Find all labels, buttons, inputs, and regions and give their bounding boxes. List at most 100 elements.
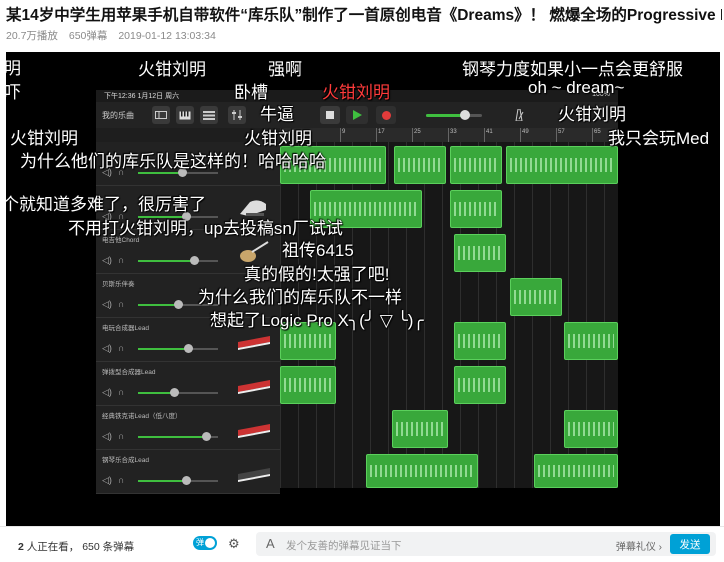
keyboard-icon[interactable] [176,106,194,124]
track-volume-fill [138,348,188,350]
track-volume-fill [138,260,194,262]
region-notes [458,377,502,393]
region-notes [284,377,332,393]
mixer-icon[interactable] [228,106,246,124]
danmaku-comment: 火钳刘明 [138,60,206,79]
region-notes [370,464,474,478]
danmaku-toggle[interactable]: 弹 [193,536,217,550]
ruler-mark: 41 [484,128,493,142]
my-songs-button[interactable]: 我的乐曲 [102,106,134,124]
midi-region[interactable] [454,234,506,272]
play-button[interactable] [346,106,368,124]
speaker-icon[interactable]: ◁) [102,475,112,486]
midi-region[interactable] [454,322,506,360]
track-volume-knob[interactable] [183,344,193,353]
region-notes [458,245,502,261]
ruler-mark: 65 [592,128,601,142]
ruler-mark: 17 [376,128,385,142]
track-header[interactable]: 钢琴乐合成Lead ◁) ∩ [96,450,280,494]
track-volume-knob[interactable] [182,476,191,485]
font-style-icon[interactable]: A [266,536,275,551]
danmaku-comment: 为什么我们的库乐队不一样 [198,288,402,307]
speaker-icon[interactable]: ◁) [102,299,112,310]
danmaku-bar: 2 人正在看， 650 条弹幕 弹 ⚙ A 发个友善的弹幕见证当下 弹幕礼仪 ›… [0,526,724,562]
send-button[interactable]: 发送 [670,534,710,554]
midi-region[interactable] [366,454,478,488]
speaker-icon[interactable]: ◁) [102,431,112,442]
danmaku-settings-icon[interactable]: ⚙ [228,536,246,552]
midi-region[interactable] [394,146,446,184]
speaker-icon[interactable]: ◁) [102,255,112,266]
track-name: 经典铁克诺Lead（低八度） [102,413,182,420]
track-name: 钢琴乐合成Lead [102,457,149,464]
speaker-icon[interactable]: ◁) [102,343,112,354]
master-volume-slider[interactable] [426,110,482,120]
midi-region[interactable] [450,190,502,228]
stop-button[interactable] [320,106,340,124]
synth-keyboard-icon [238,468,270,482]
region-notes [454,157,498,173]
video-title: 某14岁中学生用苹果手机自带软件“库乐队”制作了一首原创电音《Dreams》！ … [6,7,722,24]
ruler-mark: 25 [412,128,421,142]
headphones-icon[interactable]: ∩ [118,475,124,485]
timeline-ruler[interactable]: 9 17 25 33 41 49 57 65 [280,128,618,143]
headphones-icon[interactable]: ∩ [118,299,124,309]
midi-region[interactable] [506,146,618,184]
headphones-icon[interactable]: ∩ [118,255,124,265]
region-notes [510,157,614,173]
region-notes [514,289,558,305]
headphones-icon[interactable]: ∩ [118,431,124,441]
region-notes [568,333,614,349]
danmaku-input-placeholder: 发个友善的弹幕见证当下 [286,540,402,552]
danmaku-comment: 想起了Logic Pro X╮(╯ ▽ ╰)╭ [210,311,424,330]
danmaku-comment: 火钳刘明 [244,129,312,148]
track-volume-slider[interactable] [138,476,218,485]
danmaku-comment: 火钳刘明 [322,83,390,102]
track-volume-knob[interactable] [190,256,199,265]
midi-region[interactable] [392,410,448,448]
midi-region[interactable] [450,146,502,184]
track-volume-fill [138,436,206,438]
track-name: 电玩合成器Lead [102,325,149,332]
speaker-icon[interactable]: ◁) [102,387,112,398]
master-volume-knob[interactable] [460,110,470,120]
track-volume-slider[interactable] [138,388,218,397]
midi-region[interactable] [280,366,336,404]
region-notes [458,333,502,349]
danmaku-etiquette-link[interactable]: 弹幕礼仪 › [616,538,662,553]
midi-region[interactable] [564,410,618,448]
ruler-mark: 49 [520,128,529,142]
metronome-icon[interactable] [510,106,528,124]
ruler-mark: 9 [340,128,345,142]
danmaku-comment: 祖传6415 [282,241,354,260]
record-button[interactable] [376,106,396,124]
track-header[interactable]: 弹拨型合成器Lead ◁) ∩ [96,362,280,406]
track-header[interactable]: 经典铁克诺Lead（低八度） ◁) ∩ [96,406,280,450]
headphones-icon[interactable]: ∩ [118,387,124,397]
midi-region[interactable] [564,322,618,360]
viewer-count: 2 [18,541,24,553]
view-count: 20.7万播放 [6,30,58,42]
danmaku-total: 650 条弹幕 [82,541,135,553]
track-volume-slider[interactable] [138,432,218,441]
track-volume-slider[interactable] [138,344,218,353]
track-volume-slider[interactable] [138,256,218,265]
headphones-icon[interactable]: ∩ [118,343,124,353]
midi-region[interactable] [534,454,618,488]
danmaku-toggle-label: 弹 [196,538,204,547]
viewer-label: 人正在看， [26,541,80,553]
danmaku-comment: 牛逼 [260,105,294,124]
ruler-mark: 57 [556,128,565,142]
tracks-view-icon[interactable] [200,106,218,124]
danmaku-input[interactable]: A 发个友善的弹幕见证当下 弹幕礼仪 › 发送 [256,532,716,556]
track-volume-knob[interactable] [202,432,211,441]
midi-region[interactable] [510,278,562,316]
browser-icon[interactable] [152,106,170,124]
region-notes [454,201,498,217]
midi-region[interactable] [454,366,506,404]
track-volume-knob[interactable] [170,388,179,397]
track-volume-knob[interactable] [174,300,183,309]
track-volume-slider[interactable] [138,168,218,177]
danmaku-comment: 火钳刘明 [558,105,626,124]
video-player[interactable]: 下午12:36 1月12日 周六 100% 我的乐曲 9 17 25 33 41… [6,52,720,526]
